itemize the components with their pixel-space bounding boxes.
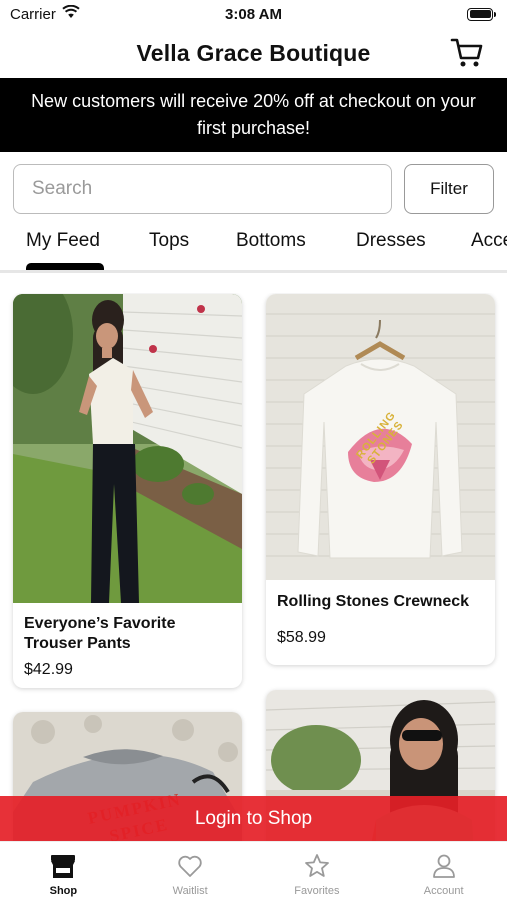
search-input[interactable] bbox=[13, 164, 392, 214]
nav-waitlist-label: Waitlist bbox=[172, 885, 208, 897]
wifi-icon bbox=[62, 4, 80, 23]
bottom-nav: Shop Waitlist Favorites Account bbox=[0, 841, 507, 900]
product-price: $42.99 bbox=[24, 661, 73, 678]
nav-shop[interactable]: Shop bbox=[0, 842, 127, 900]
status-left: Carrier bbox=[10, 4, 80, 23]
app-header: Vella Grace Boutique bbox=[0, 28, 507, 78]
person-icon bbox=[430, 852, 458, 880]
battery-icon bbox=[467, 7, 496, 21]
category-tabs: My Feed Tops Bottoms Dresses Acce bbox=[0, 222, 507, 274]
star-icon bbox=[303, 852, 331, 880]
nav-account[interactable]: Account bbox=[380, 842, 507, 900]
shopping-cart-icon bbox=[450, 38, 483, 67]
store-title: Vella Grace Boutique bbox=[136, 39, 371, 66]
nav-waitlist[interactable]: Waitlist bbox=[127, 842, 254, 900]
nav-favorites-label: Favorites bbox=[294, 885, 340, 897]
filter-button[interactable]: Filter bbox=[404, 164, 494, 214]
tab-tops[interactable]: Tops bbox=[149, 230, 189, 252]
product-price: $58.99 bbox=[277, 629, 326, 646]
storefront-icon bbox=[49, 852, 77, 880]
product-name: Everyone’s Favorite Trouser Pants bbox=[24, 615, 176, 652]
search-row: Filter bbox=[13, 164, 494, 214]
promo-banner: New customers will receive 20% off at ch… bbox=[0, 78, 507, 152]
tab-dresses[interactable]: Dresses bbox=[356, 230, 426, 252]
promo-text: New customers will receive 20% off at ch… bbox=[31, 91, 476, 138]
nav-favorites[interactable]: Favorites bbox=[254, 842, 381, 900]
product-card-rolling-stones-crewneck[interactable]: Rolling Stones Crewneck $58.99 bbox=[266, 294, 495, 665]
tab-bottoms[interactable]: Bottoms bbox=[236, 230, 306, 252]
login-to-shop-button[interactable]: Login to Shop bbox=[0, 796, 507, 841]
product-card-trouser-pants[interactable]: Everyone’s Favorite Trouser Pants $42.99 bbox=[13, 294, 242, 688]
tab-accessories[interactable]: Acce bbox=[471, 230, 507, 252]
tabs-divider bbox=[0, 270, 507, 273]
product-image-trouser-pants bbox=[13, 294, 242, 603]
tab-my-feed[interactable]: My Feed bbox=[26, 230, 100, 252]
product-name: Rolling Stones Crewneck bbox=[277, 593, 470, 610]
nav-account-label: Account bbox=[423, 885, 464, 897]
product-grid: Everyone’s Favorite Trouser Pants $42.99 bbox=[0, 293, 507, 843]
status-bar: Carrier 3:08 AM bbox=[0, 0, 507, 28]
heart-icon bbox=[176, 852, 204, 880]
carrier-label: Carrier bbox=[10, 5, 56, 23]
cart-button[interactable] bbox=[449, 36, 485, 70]
nav-shop-label: Shop bbox=[49, 885, 78, 897]
